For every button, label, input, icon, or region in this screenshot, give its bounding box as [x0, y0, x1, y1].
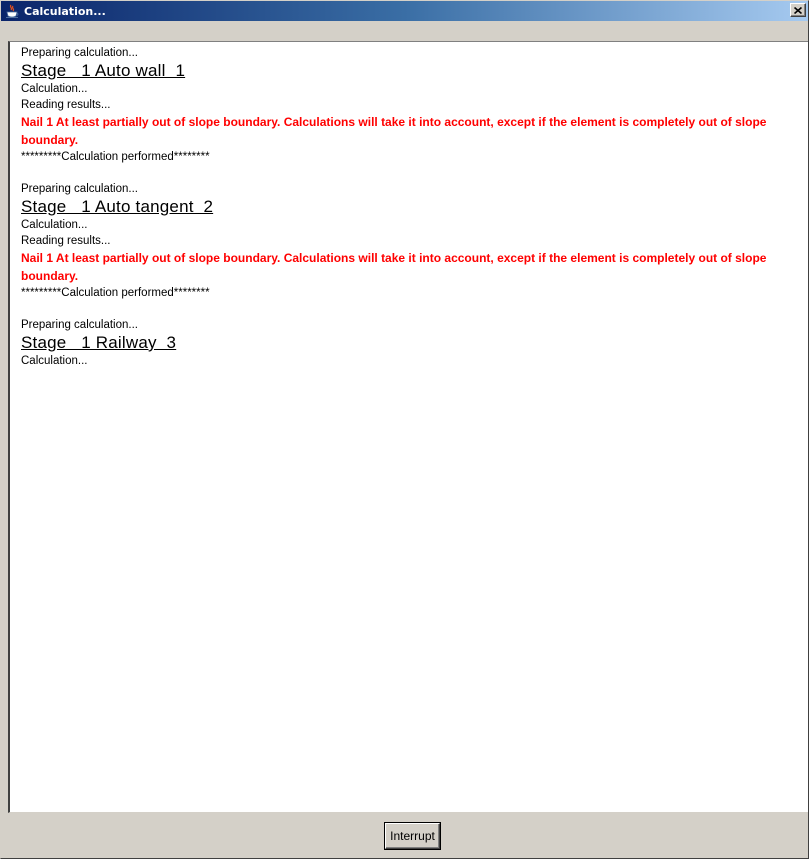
- log-line-performed: *********Calculation performed********: [21, 287, 210, 299]
- calculation-dialog: Calculation... Preparing calculation... …: [0, 0, 809, 859]
- stage-title: Stage 1 Auto tangent 2: [21, 197, 214, 216]
- window-title: Calculation...: [24, 4, 106, 18]
- log-line-performed: *********Calculation performed********: [21, 151, 210, 163]
- button-bar: Interrupt: [1, 813, 808, 858]
- log-line-calculation: Calculation...: [21, 355, 88, 367]
- interrupt-button[interactable]: Interrupt: [385, 823, 440, 849]
- stage-title: Stage 1 Auto wall 1: [21, 61, 186, 80]
- log-line-preparing: Preparing calculation...: [21, 183, 138, 195]
- stage-title: Stage 1 Railway 3: [21, 333, 177, 352]
- calculation-log[interactable]: Preparing calculation... Stage 1 Auto wa…: [8, 41, 808, 813]
- log-line-reading: Reading results...: [21, 235, 111, 247]
- title-bar[interactable]: Calculation...: [1, 1, 808, 21]
- java-cup-icon: [4, 3, 20, 19]
- log-line-calculation: Calculation...: [21, 83, 88, 95]
- log-line-calculation: Calculation...: [21, 219, 88, 231]
- warning-message: Nail 1 At least partially out of slope b…: [21, 115, 767, 147]
- warning-message: Nail 1 At least partially out of slope b…: [21, 251, 767, 283]
- close-button[interactable]: [790, 3, 806, 17]
- log-line-preparing: Preparing calculation...: [21, 47, 138, 59]
- close-icon: [794, 6, 802, 14]
- log-content: Preparing calculation... Stage 1 Auto wa…: [10, 42, 808, 369]
- log-line-reading: Reading results...: [21, 99, 111, 111]
- log-line-preparing: Preparing calculation...: [21, 319, 138, 331]
